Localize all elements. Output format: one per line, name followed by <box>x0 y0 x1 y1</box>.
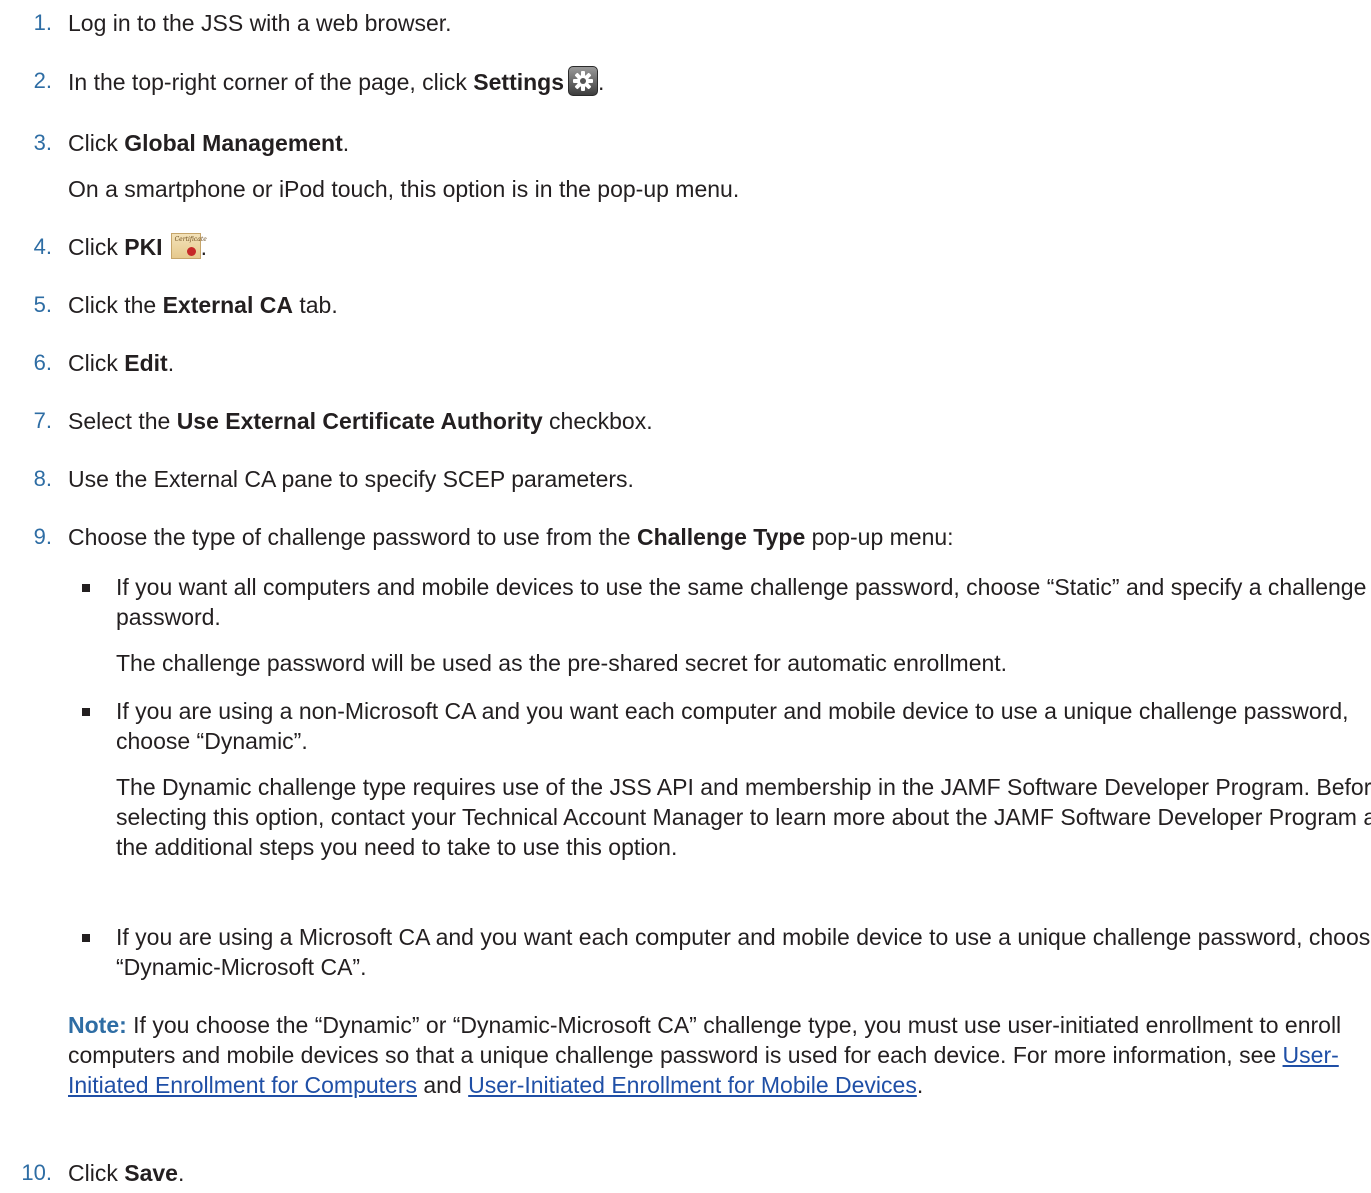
step-number: 9. <box>33 524 52 549</box>
use-external-ca-label: Use External Certificate Authority <box>176 408 543 434</box>
bullet-square-icon <box>82 584 90 592</box>
step-number: 3. <box>33 130 52 155</box>
bullet-square-icon <box>82 934 90 942</box>
step-number: 4. <box>33 234 52 259</box>
step-number: 6. <box>33 350 52 375</box>
settings-label: Settings <box>473 69 565 95</box>
bullet-note: The challenge password will be used as t… <box>116 650 1008 676</box>
note-label: Note: <box>68 1012 127 1038</box>
save-label: Save <box>124 1160 178 1186</box>
edit-label: Edit <box>124 350 168 376</box>
bullet-note: The Dynamic challenge type requires use … <box>116 774 1371 860</box>
step-number: 2. <box>33 68 52 93</box>
step-number: 8. <box>33 466 52 491</box>
step-text: Use the External CA pane to specify SCEP… <box>68 466 634 492</box>
bullet-static: If you want all computers and mobile dev… <box>0 572 1366 678</box>
bullet-dynamic-microsoft: If you are using a Microsoft CA and you … <box>0 922 1371 982</box>
step-number: 10. <box>21 1160 52 1185</box>
step-number: 1. <box>33 10 52 35</box>
certificate-icon: Certificate <box>170 233 207 259</box>
bullet-square-icon <box>82 708 90 716</box>
step-number: 5. <box>33 292 52 317</box>
bullet-dynamic: If you are using a non-Microsoft CA and … <box>0 696 1371 862</box>
bullet-text: If you are using a non-Microsoft CA and … <box>116 698 1349 754</box>
pki-label: PKI <box>124 234 163 260</box>
global-management-label: Global Management <box>124 130 343 156</box>
step-number: 7. <box>33 408 52 433</box>
note-text: If you choose the “Dynamic” or “Dynamic-… <box>68 1012 1342 1068</box>
bullet-text: If you are using a Microsoft CA and you … <box>116 924 1371 980</box>
challenge-type-label: Challenge Type <box>636 524 806 550</box>
link-mobile-enrollment[interactable]: User-Initiated Enrollment for Mobile Dev… <box>468 1072 917 1098</box>
external-ca-label: External CA <box>162 292 293 318</box>
step-note: On a smartphone or iPod touch, this opti… <box>68 176 740 202</box>
bullet-text: If you want all computers and mobile dev… <box>116 574 1367 630</box>
step-text: Log in to the JSS with a web browser. <box>68 10 452 36</box>
step-text: In the top-right corner of the page, cli… <box>68 69 474 95</box>
gear-icon <box>568 66 599 96</box>
